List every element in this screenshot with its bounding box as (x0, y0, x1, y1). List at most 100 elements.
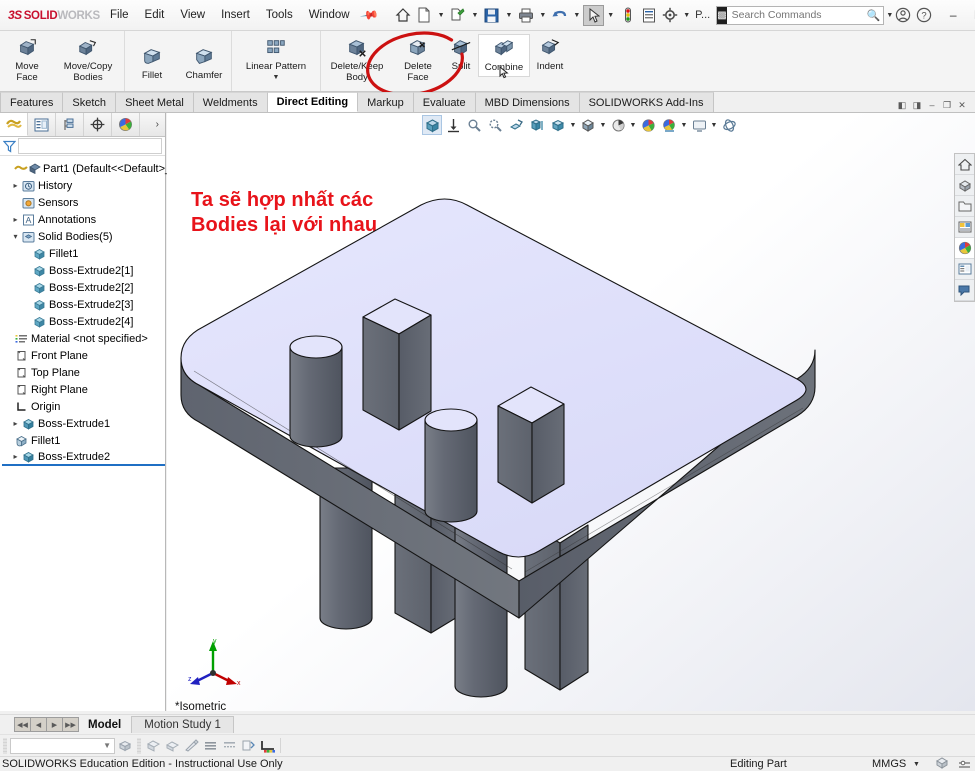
print-dropdown[interactable]: ▼ (536, 12, 549, 19)
tune-icon[interactable] (958, 757, 971, 771)
tab-mbd-dimensions[interactable]: MBD Dimensions (475, 92, 580, 112)
tab-markup[interactable]: Markup (358, 92, 414, 112)
overlay-icon[interactable] (935, 756, 949, 771)
pushpin-icon[interactable]: 📌 (359, 5, 379, 25)
document-close-icon[interactable]: ✕ (955, 98, 969, 112)
ribbon-button-combine[interactable]: Combine (478, 34, 530, 79)
tab-model[interactable]: Model (78, 719, 131, 731)
tree-item-solid-bodies[interactable]: ▾ Solid Bodies(5) (2, 228, 165, 245)
design-library-icon[interactable] (955, 175, 974, 196)
help-icon[interactable]: ? (913, 5, 934, 26)
units-label[interactable]: MMGS (872, 758, 906, 770)
print-icon[interactable] (515, 5, 536, 26)
ribbon-button-indent[interactable]: Indent (530, 34, 570, 75)
nav-first-button[interactable]: ◀◀ (14, 717, 31, 732)
undo-dropdown[interactable]: ▼ (570, 12, 583, 19)
tree-item-top-plane[interactable]: Top Plane (2, 364, 165, 381)
minimize-button[interactable]: – (940, 4, 966, 26)
ribbon-button-delete-face[interactable]: Delete Face (392, 34, 444, 86)
display-pane-icon[interactable] (220, 737, 239, 755)
tab-solidworks-add-ins[interactable]: SOLIDWORKS Add-Ins (579, 92, 714, 112)
filter-icon[interactable] (3, 140, 16, 153)
configuration-icon[interactable] (239, 737, 258, 755)
tree-item-right-plane[interactable]: Right Plane (2, 381, 165, 398)
menu-item-window[interactable]: Window (301, 5, 358, 25)
tab-sketch[interactable]: Sketch (63, 92, 117, 112)
expand-toggle[interactable]: ▸ (10, 181, 21, 190)
graphics-viewport[interactable]: ▼ ▼ ▼ ▼ ▼ Ta sẽ hợp nhất các Bodies lại … (167, 113, 975, 711)
search-commands-box[interactable]: ▩ 🔍 ▼ (716, 5, 893, 25)
tab-evaluate[interactable]: Evaluate (413, 92, 476, 112)
tab-motion-study-1[interactable]: Motion Study 1 (131, 716, 234, 733)
tab-weldments[interactable]: Weldments (193, 92, 268, 112)
tree-item-history[interactable]: ▸ History (2, 177, 165, 194)
cad-model-3d[interactable] (167, 113, 975, 711)
edit-scene-icon[interactable] (163, 737, 182, 755)
expand-toggle[interactable]: ▾ (10, 232, 21, 241)
menu-item-file[interactable]: File (102, 5, 137, 25)
display-state-icon[interactable] (115, 737, 134, 755)
units-dropdown-icon[interactable]: ▼ (913, 761, 920, 768)
appearances-scenes-icon[interactable] (955, 238, 974, 259)
file-properties-icon[interactable] (638, 5, 659, 26)
preview-render-icon[interactable] (258, 737, 277, 755)
save-icon[interactable] (481, 5, 502, 26)
linear-pattern-dropdown[interactable]: ▼ (273, 74, 280, 81)
tab-direct-editing[interactable]: Direct Editing (267, 92, 359, 112)
tree-item-body-boss-extrude2-1[interactable]: Boss-Extrude2[1] (2, 262, 165, 279)
open-document-dropdown[interactable]: ▼ (469, 12, 482, 19)
display-state-combo[interactable]: ▼ (10, 737, 115, 754)
menu-item-tools[interactable]: Tools (258, 5, 301, 25)
configuration-manager-icon[interactable] (56, 113, 84, 136)
search-icon[interactable]: 🔍 (867, 9, 884, 22)
expand-toggle[interactable]: ▸ (10, 452, 21, 461)
ribbon-button-split[interactable]: Split (444, 34, 478, 75)
display-manager-icon[interactable] (112, 113, 140, 136)
nav-prev-button[interactable]: ◀ (30, 717, 47, 732)
select-icon[interactable] (583, 4, 605, 26)
expand-toggle[interactable]: ▸ (10, 215, 21, 224)
tab-sheet-metal[interactable]: Sheet Metal (116, 92, 194, 112)
restore-left-icon[interactable]: ◧ (895, 98, 909, 112)
ribbon-button-move-face[interactable]: Move Face (1, 34, 53, 86)
ribbon-button-chamfer[interactable]: Chamfer (178, 34, 230, 84)
home-icon[interactable] (393, 5, 414, 26)
rebuild-icon[interactable] (617, 5, 638, 26)
property-manager-icon[interactable] (28, 113, 56, 136)
menu-item-insert[interactable]: Insert (213, 5, 258, 25)
tree-item-body-fillet1[interactable]: Fillet1 (2, 245, 165, 262)
expand-toggle[interactable]: ▸ (10, 419, 21, 428)
feature-manager-tree-icon[interactable] (0, 113, 28, 136)
nav-last-button[interactable]: ▶▶ (62, 717, 79, 732)
restore-right-icon[interactable]: ◨ (910, 98, 924, 112)
tree-item-sensors[interactable]: Sensors (2, 194, 165, 211)
tree-item-body-boss-extrude2-3[interactable]: Boss-Extrude2[3] (2, 296, 165, 313)
tree-item-origin[interactable]: Origin (2, 398, 165, 415)
custom-properties-icon[interactable] (955, 259, 974, 280)
tree-item-annotations[interactable]: ▸ A Annotations (2, 211, 165, 228)
tree-item-feature-fillet1[interactable]: Fillet1 (2, 432, 165, 449)
ribbon-button-delete-keep-body[interactable]: Delete/Keep Body (322, 34, 392, 86)
options-icon[interactable] (659, 5, 680, 26)
select-dropdown[interactable]: ▼ (604, 12, 617, 19)
edit-decal-icon[interactable] (182, 737, 201, 755)
undo-icon[interactable] (549, 5, 570, 26)
search-input[interactable] (726, 9, 867, 21)
feature-filter-input[interactable] (18, 138, 162, 154)
search-scope-icon[interactable]: ▩ (717, 6, 727, 24)
ribbon-button-fillet[interactable]: Fillet (126, 34, 178, 84)
menu-item-view[interactable]: View (172, 5, 213, 25)
document-restore-icon[interactable]: ❐ (940, 98, 954, 112)
maximize-button[interactable]: ☐ (966, 4, 975, 26)
new-document-icon[interactable] (414, 5, 435, 26)
menu-item-edit[interactable]: Edit (137, 5, 173, 25)
tree-item-body-boss-extrude2-2[interactable]: Boss-Extrude2[2] (2, 279, 165, 296)
file-explorer-icon[interactable] (955, 196, 974, 217)
view-palette-icon[interactable] (955, 217, 974, 238)
document-minimize-icon[interactable]: – (925, 98, 939, 112)
new-document-dropdown[interactable]: ▼ (435, 12, 448, 19)
ribbon-button-move-copy-bodies[interactable]: Move/Copy Bodies (53, 34, 123, 86)
tree-item-boss-extrude2[interactable]: ▸ Boss-Extrude2 (2, 449, 165, 466)
tab-features[interactable]: Features (0, 92, 64, 112)
tree-item-boss-extrude1[interactable]: ▸ Boss-Extrude1 (2, 415, 165, 432)
